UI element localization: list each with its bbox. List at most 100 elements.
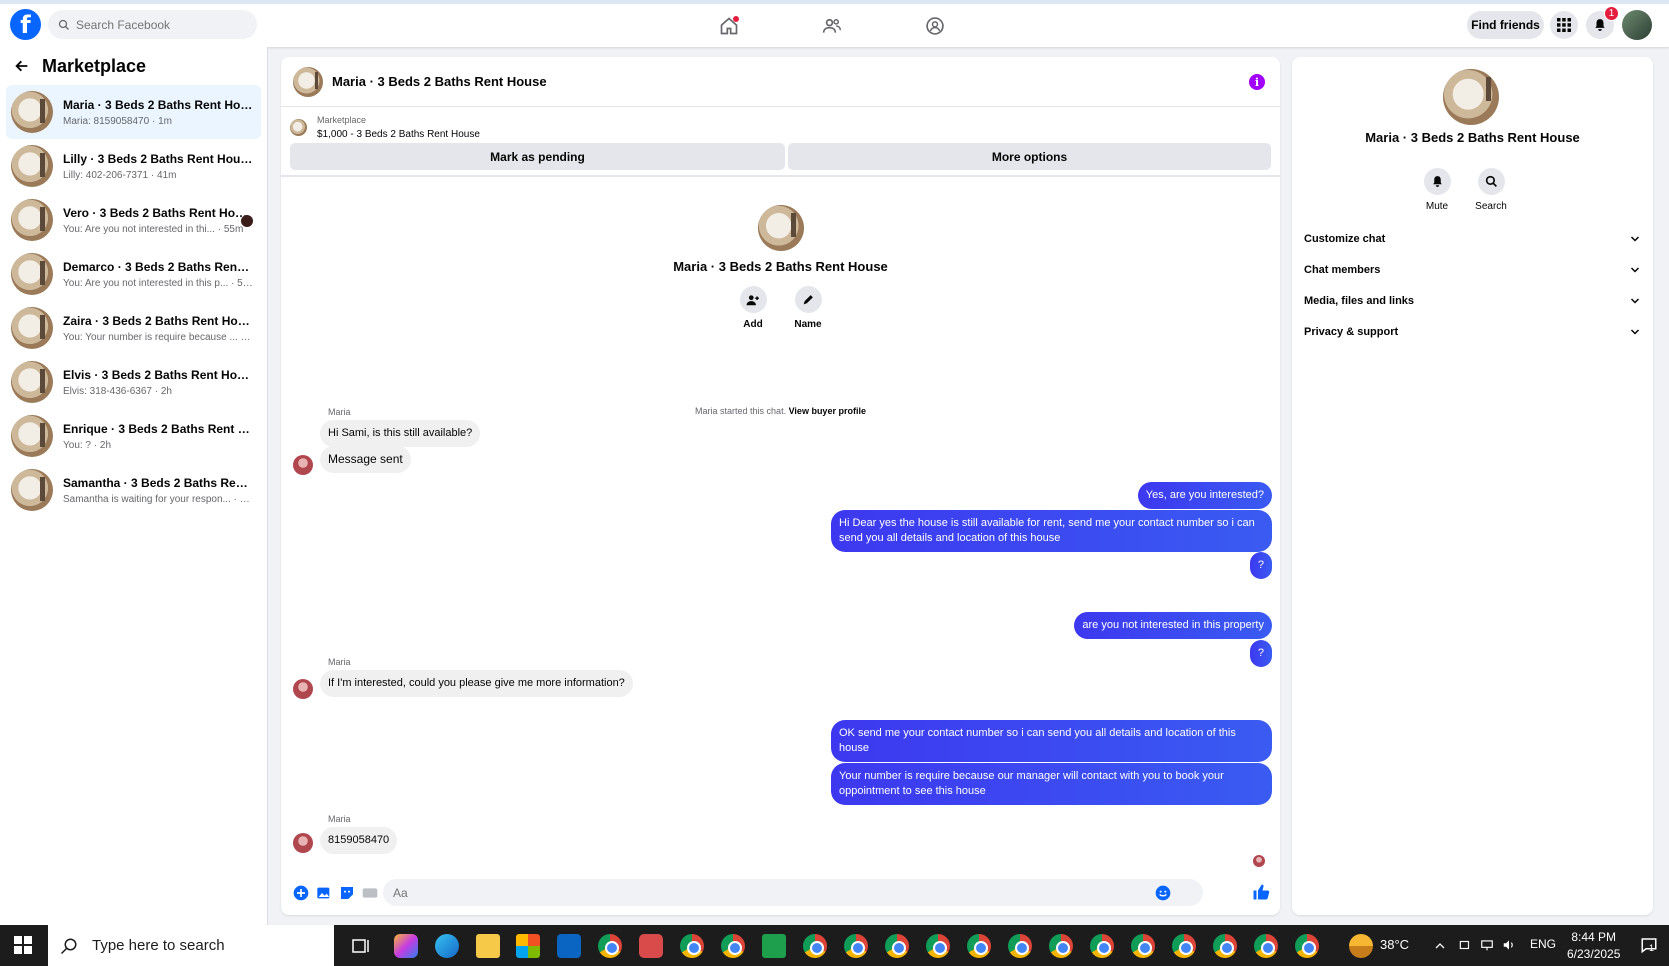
chevron-up-icon[interactable] [1434, 940, 1446, 952]
gif-button[interactable] [361, 884, 379, 902]
media-files-links-row[interactable]: Media, files and links [1304, 289, 1641, 313]
conversation-item[interactable]: Zaira · 3 Beds 2 Baths Rent House You: Yo… [6, 301, 261, 355]
back-arrow-icon[interactable] [14, 58, 30, 74]
notifications-button[interactable]: 1 [1586, 6, 1619, 39]
chat-header: Maria · 3 Beds 2 Baths Rent House i [281, 57, 1280, 107]
edit-name-button[interactable]: Name [794, 286, 822, 330]
taskbar-search[interactable]: Type here to search [48, 925, 334, 966]
outgoing-message[interactable]: Yes, are you interested? [1137, 482, 1272, 509]
search-conversation-button[interactable]: Search [1475, 168, 1507, 212]
store-icon[interactable] [516, 934, 540, 958]
chrome-icon[interactable] [803, 934, 827, 958]
chrome-icon[interactable] [967, 934, 991, 958]
system-clock[interactable]: 8:44 PM 6/23/2025 [1567, 929, 1620, 963]
paint-icon[interactable] [639, 934, 663, 958]
message-composer [281, 871, 1280, 915]
find-friends-button[interactable]: Find friends [1467, 11, 1544, 39]
chrome-icon[interactable] [844, 934, 868, 958]
file-explorer-icon[interactable] [476, 934, 500, 958]
mark-as-pending-button[interactable]: Mark as pending [290, 143, 785, 170]
mute-button[interactable]: Mute [1423, 168, 1451, 212]
emoji-icon [1155, 885, 1171, 901]
message-input[interactable] [383, 879, 1203, 906]
view-buyer-profile-link[interactable]: View buyer profile [789, 406, 866, 416]
chrome-icon[interactable] [1295, 934, 1319, 958]
outgoing-message[interactable]: ? [1249, 552, 1272, 579]
network-icon[interactable] [1480, 938, 1494, 952]
more-actions-button[interactable] [292, 884, 310, 902]
weather-icon[interactable] [1349, 934, 1373, 958]
chat-members-row[interactable]: Chat members [1304, 258, 1641, 282]
info-icon[interactable]: i [1249, 74, 1265, 90]
conversation-item[interactable]: Elvis · 3 Beds 2 Baths Rent House Elvis: … [6, 355, 261, 409]
details-thumbnail[interactable] [1443, 69, 1499, 125]
conversation-item[interactable]: Maria · 3 Beds 2 Baths Rent House Maria: … [6, 85, 261, 139]
incoming-message[interactable]: Message sent [320, 446, 411, 473]
plus-circle-icon [293, 885, 309, 901]
sticker-button[interactable] [338, 884, 356, 902]
incoming-message[interactable]: Hi Sami, is this still available? [320, 420, 481, 447]
chat-intro-title: Maria · 3 Beds 2 Baths Rent House [673, 259, 888, 274]
conversation-item[interactable]: Vero · 3 Beds 2 Baths Rent House You: Are… [6, 193, 261, 247]
incoming-message[interactable]: If I'm interested, could you please give… [320, 670, 633, 697]
chrome-icon[interactable] [1172, 934, 1196, 958]
sender-avatar[interactable] [293, 833, 313, 853]
more-options-button[interactable]: More options [788, 143, 1271, 170]
sender-avatar[interactable] [293, 455, 313, 475]
chrome-icon[interactable] [1090, 934, 1114, 958]
sender-avatar[interactable] [293, 679, 313, 699]
chrome-icon[interactable] [1049, 934, 1073, 958]
menu-button[interactable] [1550, 11, 1578, 39]
webcam-icon[interactable] [1458, 938, 1472, 952]
copilot-icon[interactable] [394, 934, 418, 958]
outgoing-message[interactable]: OK send me your contact number so i can … [831, 720, 1272, 762]
chrome-icon[interactable] [1213, 934, 1237, 958]
outgoing-message[interactable]: Hi Dear yes the house is still available… [831, 510, 1272, 552]
chrome-icon[interactable] [1131, 934, 1155, 958]
conversation-item[interactable]: Samantha · 3 Beds 2 Baths Rent H... Saman… [6, 463, 261, 517]
add-people-button[interactable]: Add [739, 286, 767, 330]
windows-start-icon[interactable] [14, 936, 32, 954]
listing-price-title[interactable]: $1,000 - 3 Beds 2 Baths Rent House [317, 129, 480, 140]
chrome-icon[interactable] [1008, 934, 1032, 958]
emoji-button[interactable] [1154, 884, 1172, 902]
task-view-icon[interactable] [349, 934, 373, 958]
privacy-support-row[interactable]: Privacy & support [1304, 320, 1641, 344]
chrome-icon[interactable] [598, 934, 622, 958]
conversation-item[interactable]: Enrique · 3 Beds 2 Baths Rent House You: … [6, 409, 261, 463]
customize-chat-row[interactable]: Customize chat [1304, 227, 1641, 251]
taskbar-search-placeholder: Type here to search [92, 937, 225, 954]
language-indicator[interactable]: ENG [1530, 937, 1556, 951]
chrome-icon[interactable] [721, 934, 745, 958]
outgoing-message[interactable]: ? [1249, 640, 1272, 667]
chrome-icon[interactable] [680, 934, 704, 958]
groups-nav-button[interactable] [915, 12, 955, 40]
attach-photo-button[interactable] [315, 884, 333, 902]
action-center-button[interactable]: 1 [1640, 936, 1658, 957]
outgoing-message[interactable]: are you not interested in this property [1074, 612, 1272, 639]
message-sender: Maria [328, 814, 351, 824]
facebook-logo[interactable]: f [10, 9, 41, 40]
home-nav-button[interactable] [709, 12, 749, 40]
spreadsheet-icon[interactable] [762, 934, 786, 958]
outlook-icon[interactable] [557, 934, 581, 958]
listing-mini-thumbnail[interactable] [290, 119, 307, 136]
chrome-icon[interactable] [1254, 934, 1278, 958]
edge-icon[interactable] [435, 934, 459, 958]
conversation-item[interactable]: Lilly · 3 Beds 2 Baths Rent House Lilly: … [6, 139, 261, 193]
chat-header-thumbnail[interactable] [293, 66, 323, 97]
conversation-item[interactable]: Demarco · 3 Beds 2 Baths Rent Ho... You: … [6, 247, 261, 301]
like-button[interactable] [1252, 883, 1270, 901]
chrome-icon[interactable] [926, 934, 950, 958]
account-avatar[interactable] [1622, 10, 1652, 40]
speaker-icon[interactable] [1502, 938, 1516, 952]
facebook-search[interactable] [48, 10, 257, 39]
temperature[interactable]: 38°C [1380, 937, 1409, 952]
chat-title[interactable]: Maria · 3 Beds 2 Baths Rent House [332, 74, 547, 89]
incoming-message[interactable]: 8159058470 [320, 827, 398, 854]
conversation-name: Enrique · 3 Beds 2 Baths Rent House [63, 421, 253, 436]
facebook-search-input[interactable] [76, 17, 246, 32]
chrome-icon[interactable] [885, 934, 909, 958]
outgoing-message[interactable]: Your number is require because our manag… [831, 763, 1272, 805]
friends-nav-button[interactable] [812, 12, 852, 40]
